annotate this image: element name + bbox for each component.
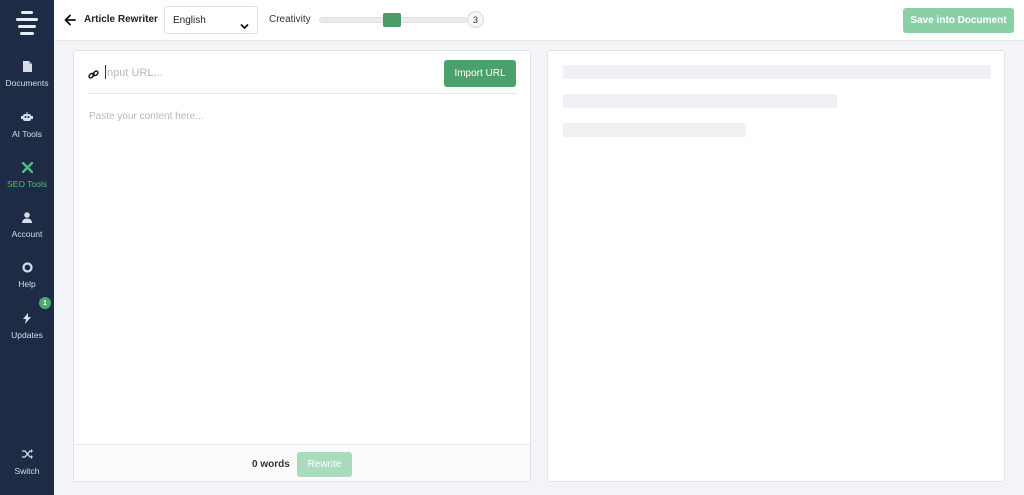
seo-tools-icon [21,161,33,173]
back-arrow-icon[interactable] [64,13,76,26]
creativity-value: 3 [467,11,484,28]
word-count: 0 words [252,459,290,470]
content-textarea[interactable] [89,111,517,431]
import-url-button[interactable]: Import URL [444,60,516,87]
input-panel: Import URL 0 words Rewrite [73,50,531,482]
sidebar-item-seo-tools[interactable]: SEO Tools [0,159,54,199]
sidebar-item-label: Switch [14,466,40,476]
top-toolbar: Article Rewriter English Creativity 3 Sa… [54,0,1024,41]
bolt-icon [21,312,33,324]
sidebar-item-label: Help [18,279,36,289]
chevron-down-icon [240,17,249,30]
sidebar-item-label: Updates [11,330,43,340]
sidebar-item-account[interactable]: Account [0,209,54,249]
user-icon [21,211,33,223]
loading-placeholder-line [563,94,837,108]
app-logo-icon[interactable] [0,8,54,38]
divider [89,93,517,94]
sidebar-item-label: AI Tools [11,129,43,139]
sidebar-item-ai-tools[interactable]: AI Tools [0,109,54,149]
sidebar-item-switch[interactable]: Switch [0,446,54,486]
page-title: Article Rewriter [84,14,158,25]
sidebar-item-updates[interactable]: 1 Updates [0,297,54,350]
text-cursor [105,65,106,79]
loading-placeholder-line [563,123,746,137]
language-value: English [173,15,206,26]
url-input[interactable] [104,64,434,82]
save-into-document-button[interactable]: Save into Document [903,8,1014,33]
loading-placeholder-line [563,65,991,79]
editor-footer: 0 words Rewrite [74,444,530,481]
creativity-label: Creativity [269,14,311,25]
rewrite-button[interactable]: Rewrite [297,452,352,477]
sidebar-item-label: Account [11,229,43,239]
output-panel [547,50,1005,482]
sidebar-item-label: SEO Tools [6,179,47,189]
updates-badge: 1 [39,297,51,309]
lifebuoy-icon [21,261,33,273]
creativity-slider-thumb[interactable] [383,13,401,27]
sidebar-item-documents[interactable]: Documents [0,58,54,98]
language-select[interactable]: English [164,6,258,34]
sidebar-item-label: Documents [5,78,49,88]
link-icon [88,67,99,79]
document-icon [21,60,33,72]
sidebar: Documents AI Tools SEO Tools Account Hel… [0,0,54,495]
shuffle-icon [21,448,33,460]
robot-icon [21,111,33,123]
sidebar-item-help[interactable]: Help [0,259,54,299]
